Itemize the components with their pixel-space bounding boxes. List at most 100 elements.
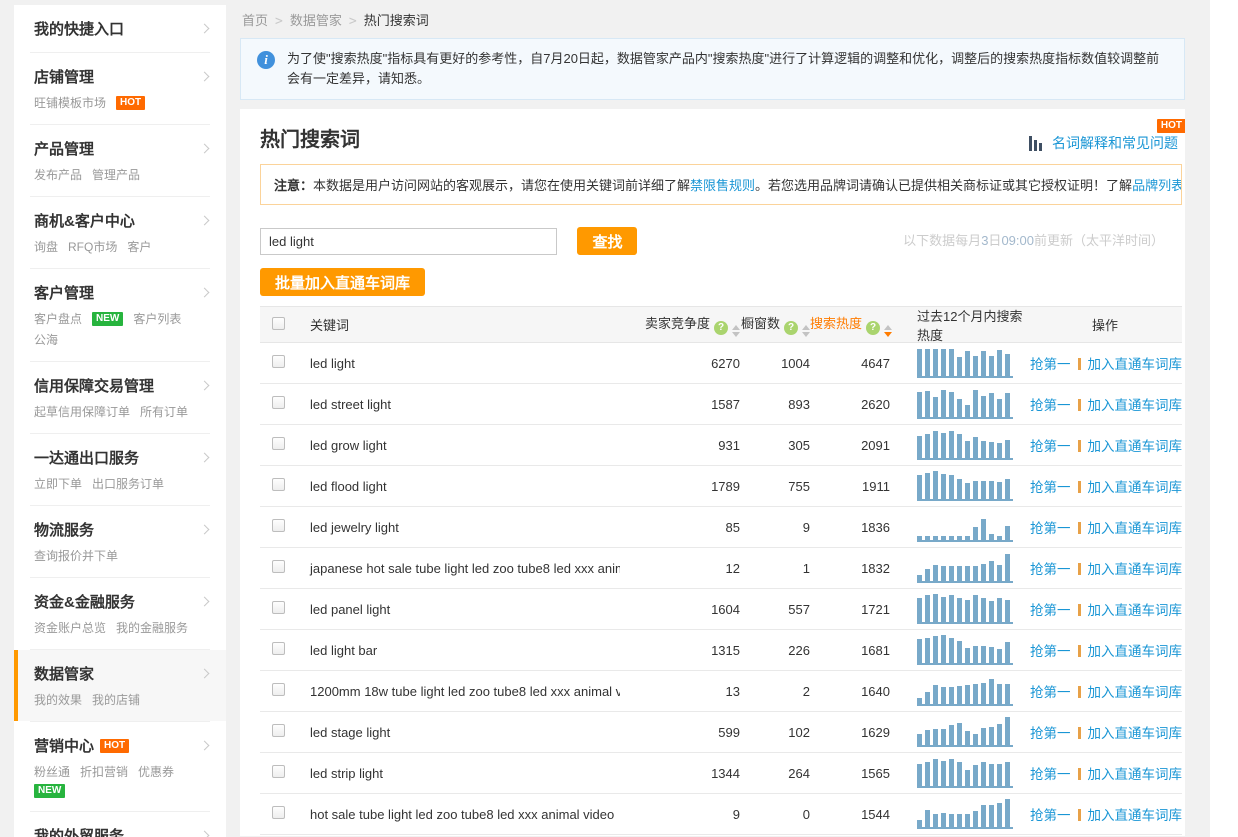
breadcrumb-item[interactable]: 首页 [242, 13, 268, 28]
sort-icon[interactable] [802, 325, 810, 337]
spark-bar [989, 601, 994, 622]
sidebar-sublink[interactable]: 管理产品 [92, 166, 140, 183]
sidebar-sublink[interactable]: 我的效果 [34, 691, 82, 708]
row-checkbox[interactable] [272, 437, 285, 450]
add-to-wordlist-link[interactable]: 加入直通车词库 [1088, 603, 1183, 618]
spark-bar [957, 814, 962, 827]
action-cell: 抢第一 加入直通车词库 [1030, 722, 1182, 742]
grab-first-link[interactable]: 抢第一 [1030, 562, 1071, 577]
add-to-wordlist-link[interactable]: 加入直通车词库 [1088, 439, 1183, 454]
add-to-wordlist-link[interactable]: 加入直通车词库 [1088, 480, 1183, 495]
notice-text: 本数据是用户访问网站的客观展示，请您在使用关键词前详细了解 [313, 178, 690, 193]
row-checkbox[interactable] [272, 642, 285, 655]
sidebar-sublink[interactable]: 客户盘点 [34, 310, 82, 327]
sidebar-sublink[interactable]: 发布产品 [34, 166, 82, 183]
add-to-wordlist-link[interactable]: 加入直通车词库 [1088, 685, 1183, 700]
col-header-heat[interactable]: 搜索热度? [810, 313, 890, 337]
faq-link[interactable]: 名词解释和常见问题 [1052, 135, 1178, 151]
row-checkbox[interactable] [272, 478, 285, 491]
sidebar-item-product-management[interactable]: 产品管理发布产品管理产品 [14, 125, 226, 196]
row-checkbox[interactable] [272, 601, 285, 614]
sidebar-sublink[interactable]: 我的金融服务 [116, 619, 188, 636]
help-icon[interactable]: ? [714, 321, 728, 335]
keyword-search-input[interactable] [260, 228, 557, 255]
sidebar-sublink[interactable]: RFQ市场 [68, 238, 117, 255]
sidebar-sublink[interactable]: 粉丝通 [34, 763, 70, 780]
row-checkbox[interactable] [272, 683, 285, 696]
help-icon[interactable]: ? [866, 321, 880, 335]
add-to-wordlist-link[interactable]: 加入直通车词库 [1088, 726, 1183, 741]
grab-first-link[interactable]: 抢第一 [1030, 685, 1071, 700]
sidebar-item-foreign-trade[interactable]: 我的外贸服务 [14, 812, 226, 837]
sidebar-item-quick-entry[interactable]: 我的快捷入口 [14, 5, 226, 52]
row-checkbox[interactable] [272, 560, 285, 573]
sidebar-item-marketing-center[interactable]: 营销中心HOT粉丝通折扣营销优惠券NEW [14, 722, 226, 811]
action-cell: 抢第一 加入直通车词库 [1030, 558, 1182, 578]
grab-first-link[interactable]: 抢第一 [1030, 603, 1071, 618]
grab-first-link[interactable]: 抢第一 [1030, 726, 1071, 741]
sidebar-sublink[interactable]: 折扣营销 [80, 763, 128, 780]
add-to-wordlist-link[interactable]: 加入直通车词库 [1088, 562, 1183, 577]
col-header-showcase[interactable]: 橱窗数? [740, 313, 810, 337]
add-to-wordlist-link[interactable]: 加入直通车词库 [1088, 398, 1183, 413]
select-all-checkbox[interactable] [272, 317, 285, 330]
col-header-competition[interactable]: 卖家竞争度? [620, 313, 740, 337]
grab-first-link[interactable]: 抢第一 [1030, 767, 1071, 782]
row-checkbox[interactable] [272, 396, 285, 409]
add-to-wordlist-link[interactable]: 加入直通车词库 [1088, 521, 1183, 536]
sidebar-sublink[interactable]: 查询报价并下单 [34, 547, 118, 564]
grab-first-link[interactable]: 抢第一 [1030, 357, 1071, 372]
sidebar-sublink[interactable]: 立即下单 [34, 475, 82, 492]
sidebar-sublink[interactable]: 客户 [127, 238, 151, 255]
sidebar-sublink[interactable]: 旺铺模板市场 [34, 94, 106, 111]
grab-first-link[interactable]: 抢第一 [1030, 439, 1071, 454]
sidebar-item-yidatong-export[interactable]: 一达通出口服务立即下单出口服务订单 [14, 434, 226, 505]
sort-icon[interactable] [732, 325, 740, 337]
sidebar-item-trade-assurance[interactable]: 信用保障交易管理起草信用保障订单所有订单 [14, 362, 226, 433]
sidebar-item-shop-management[interactable]: 店铺管理旺铺模板市场HOT [14, 53, 226, 124]
row-checkbox-cell [260, 724, 300, 740]
batch-add-button[interactable]: 批量加入直通车词库 [260, 268, 425, 296]
grab-first-link[interactable]: 抢第一 [1030, 644, 1071, 659]
sidebar-sublink[interactable]: 资金账户总览 [34, 619, 106, 636]
sidebar-sublink[interactable]: 所有订单 [140, 403, 188, 420]
sidebar-group-title: 资金&金融服务 [34, 591, 135, 612]
sidebar-item-business-customer-center[interactable]: 商机&客户中心询盘RFQ市场客户 [14, 197, 226, 268]
add-to-wordlist-link[interactable]: 加入直通车词库 [1088, 767, 1183, 782]
row-checkbox[interactable] [272, 724, 285, 737]
sidebar-sublink[interactable]: 起草信用保障订单 [34, 403, 130, 420]
forbidden-rules-link[interactable]: 禁限售规则 [690, 178, 755, 193]
grab-first-link[interactable]: 抢第一 [1030, 480, 1071, 495]
spark-bar [997, 764, 1002, 786]
row-checkbox[interactable] [272, 519, 285, 532]
sidebar-sublink[interactable]: 公海 [34, 331, 58, 348]
sidebar-item-finance[interactable]: 资金&金融服务资金账户总览我的金融服务 [14, 578, 226, 649]
row-checkbox[interactable] [272, 806, 285, 819]
grab-first-link[interactable]: 抢第一 [1030, 398, 1071, 413]
spark-bar [917, 639, 922, 663]
brand-list-link[interactable]: 品牌列表 [1132, 178, 1182, 193]
sidebar-item-logistics[interactable]: 物流服务查询报价并下单 [14, 506, 226, 577]
add-to-wordlist-link[interactable]: 加入直通车词库 [1088, 644, 1183, 659]
sidebar-sublink[interactable]: 我的店铺 [92, 691, 140, 708]
grab-first-link[interactable]: 抢第一 [1030, 521, 1071, 536]
row-checkbox[interactable] [272, 765, 285, 778]
breadcrumb-item[interactable]: 数据管家 [290, 13, 342, 28]
help-icon[interactable]: ? [784, 321, 798, 335]
sidebar-sublink[interactable]: 客户列表 [133, 310, 181, 327]
action-divider [1078, 358, 1081, 370]
grab-first-link[interactable]: 抢第一 [1030, 808, 1071, 823]
trend-cell [890, 430, 1030, 460]
competition-value: 85 [620, 520, 740, 535]
sidebar-sublink[interactable]: 出口服务订单 [92, 475, 164, 492]
row-checkbox[interactable] [272, 355, 285, 368]
sidebar-sublink[interactable]: 询盘 [34, 238, 58, 255]
spark-bar [973, 684, 978, 704]
add-to-wordlist-link[interactable]: 加入直通车词库 [1088, 808, 1183, 823]
add-to-wordlist-link[interactable]: 加入直通车词库 [1088, 357, 1183, 372]
spark-bar [925, 434, 930, 458]
search-button[interactable]: 查找 [577, 227, 637, 255]
sidebar-item-data-manager[interactable]: 数据管家我的效果我的店铺 [14, 650, 226, 721]
sidebar-item-customer-management[interactable]: 客户管理客户盘点NEW客户列表公海 [14, 269, 226, 361]
sidebar-sublink[interactable]: 优惠券 [138, 763, 174, 780]
